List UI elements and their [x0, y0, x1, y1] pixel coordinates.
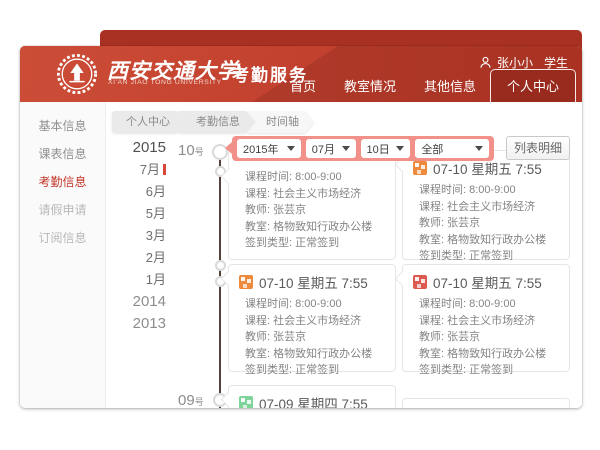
card-field: 签到类型: 正常签到 — [419, 248, 559, 265]
sidebar-item-schedule-info[interactable]: 课表信息 — [20, 140, 105, 168]
nav-item-classrooms[interactable]: 教室情况 — [330, 70, 410, 102]
app-window: 西安交通大学 XI'AN JIAO TONG UNIVERSITY 考勤服务 张… — [20, 46, 582, 408]
breadcrumb-attendance-info[interactable]: 考勤信息 — [177, 111, 255, 133]
list-detail-button[interactable]: 列表明细 — [506, 136, 570, 160]
scale-item-march[interactable]: 3月 — [114, 225, 166, 247]
card-field: 教师: 张芸京 — [245, 202, 385, 219]
timeline-node[interactable] — [215, 260, 226, 271]
month-select[interactable]: 07月 — [306, 139, 356, 158]
card-field: 签到类型: 正常签到 — [245, 362, 385, 379]
university-name-en: XI'AN JIAO TONG UNIVERSITY — [108, 79, 222, 86]
card-field: 教室: 格物致知行政办公楼 — [419, 232, 559, 249]
attendance-card: 07-10 星期五 7:55 课程时间: 8:00-9:00 课程: 社会主义市… — [402, 264, 570, 372]
sidebar-item-subscription-info[interactable]: 订阅信息 — [20, 224, 105, 252]
card-title: 07-10 星期五 7:55 — [433, 158, 542, 178]
day-marker-10: 10号 — [178, 142, 204, 159]
nav-item-other-info[interactable]: 其他信息 — [410, 70, 490, 102]
nav-item-personal-center[interactable]: 个人中心 — [490, 69, 576, 102]
chevron-down-icon — [475, 146, 483, 151]
window-body: 基本信息 课表信息 考勤信息 请假申请 订阅信息 个人中心 考勤信息 时间轴 2… — [20, 102, 582, 408]
sidebar-item-leave-request[interactable]: 请假申请 — [20, 196, 105, 224]
green-stamp-icon — [239, 396, 253, 408]
card-field: 课程时间: 8:00-9:00 — [419, 182, 559, 199]
scale-item-january[interactable]: 1月 — [114, 269, 166, 291]
card-field: 签到类型: 正常签到 — [419, 362, 559, 379]
attendance-card: 07-09 星期四 7:55 — [228, 385, 396, 408]
day-select[interactable]: 10日 — [361, 139, 411, 158]
sidebar-item-attendance-info[interactable]: 考勤信息 — [20, 168, 105, 196]
scale-item-may[interactable]: 5月 — [114, 203, 166, 225]
card-title: 07-09 星期四 7:55 — [259, 393, 368, 408]
attendance-service-page: 西安交通大学 XI'AN JIAO TONG UNIVERSITY 考勤服务 张… — [0, 0, 600, 450]
attendance-card: 课程时间: 8:00-9:00 课程: 社会主义市场经济 教师: 张芸京 教室:… — [228, 150, 396, 260]
breadcrumb-personal-center[interactable]: 个人中心 — [112, 111, 185, 133]
scale-item-june[interactable]: 6月 — [114, 181, 166, 203]
current-month-cursor — [163, 164, 166, 175]
card-field: 课程: 社会主义市场经济 — [245, 186, 385, 203]
scale-item-2015[interactable]: 2015 — [114, 137, 166, 159]
card-field: 教室: 格物致知行政办公楼 — [245, 346, 385, 363]
person-icon — [479, 56, 492, 69]
orange-stamp-icon — [413, 161, 427, 175]
breadcrumb: 个人中心 考勤信息 时间轴 — [112, 111, 314, 133]
card-title: 07-10 星期五 7:55 — [433, 272, 542, 292]
chevron-down-icon — [396, 146, 404, 151]
chevron-down-icon — [287, 146, 295, 151]
timeline-scale: 2015 7月 6月 5月 3月 2月 1月 2014 2013 — [114, 137, 166, 335]
card-field: 课程: 社会主义市场经济 — [245, 313, 385, 330]
card-field: 课程时间: 8:00-9:00 — [419, 296, 559, 313]
card-field: 教室: 格物致知行政办公楼 — [419, 346, 559, 363]
scale-item-2013[interactable]: 2013 — [114, 313, 166, 335]
card-field: 教师: 张芸京 — [245, 329, 385, 346]
attendance-card: 07-10 星期五 7:55 课程时间: 8:00-9:00 课程: 社会主义市… — [228, 264, 396, 372]
card-field: 课程: 社会主义市场经济 — [419, 199, 559, 216]
scale-item-july[interactable]: 7月 — [114, 159, 166, 181]
chevron-down-icon — [342, 146, 350, 151]
day-marker-09: 09号 — [178, 392, 204, 408]
main-nav: 首页 教室情况 其他信息 个人中心 — [276, 69, 576, 102]
attendance-card — [402, 398, 570, 408]
attendance-card: 07-10 星期五 7:55 课程时间: 8:00-9:00 课程: 社会主义市… — [402, 150, 570, 260]
main-content: 个人中心 考勤信息 时间轴 2015 7月 6月 5月 3月 2月 1月 201… — [106, 102, 582, 408]
card-field: 教师: 张芸京 — [419, 215, 559, 232]
card-field: 课程: 社会主义市场经济 — [419, 313, 559, 330]
type-select[interactable]: 全部 — [415, 139, 489, 158]
year-select[interactable]: 2015年 — [237, 139, 301, 158]
card-field: 教室: 格物致知行政办公楼 — [245, 219, 385, 236]
card-field: 签到类型: 正常签到 — [245, 235, 385, 252]
filter-bar: 2015年 07月 10日 全部 — [232, 136, 494, 161]
nav-item-home[interactable]: 首页 — [276, 70, 330, 102]
scale-item-february[interactable]: 2月 — [114, 247, 166, 269]
card-field: 课程时间: 8:00-9:00 — [245, 296, 385, 313]
app-header: 西安交通大学 XI'AN JIAO TONG UNIVERSITY 考勤服务 张… — [20, 46, 582, 102]
card-field: 课程时间: 8:00-9:00 — [245, 169, 385, 186]
red-stamp-icon — [413, 275, 427, 289]
orange-stamp-icon — [239, 275, 253, 289]
sidebar: 基本信息 课表信息 考勤信息 请假申请 订阅信息 — [20, 102, 106, 408]
scale-item-2014[interactable]: 2014 — [114, 291, 166, 313]
sidebar-item-basic-info[interactable]: 基本信息 — [20, 112, 105, 140]
card-field: 教师: 张芸京 — [419, 329, 559, 346]
breadcrumb-timeline[interactable]: 时间轴 — [247, 111, 314, 133]
card-title: 07-10 星期五 7:55 — [259, 272, 368, 292]
university-emblem-icon — [56, 53, 98, 95]
